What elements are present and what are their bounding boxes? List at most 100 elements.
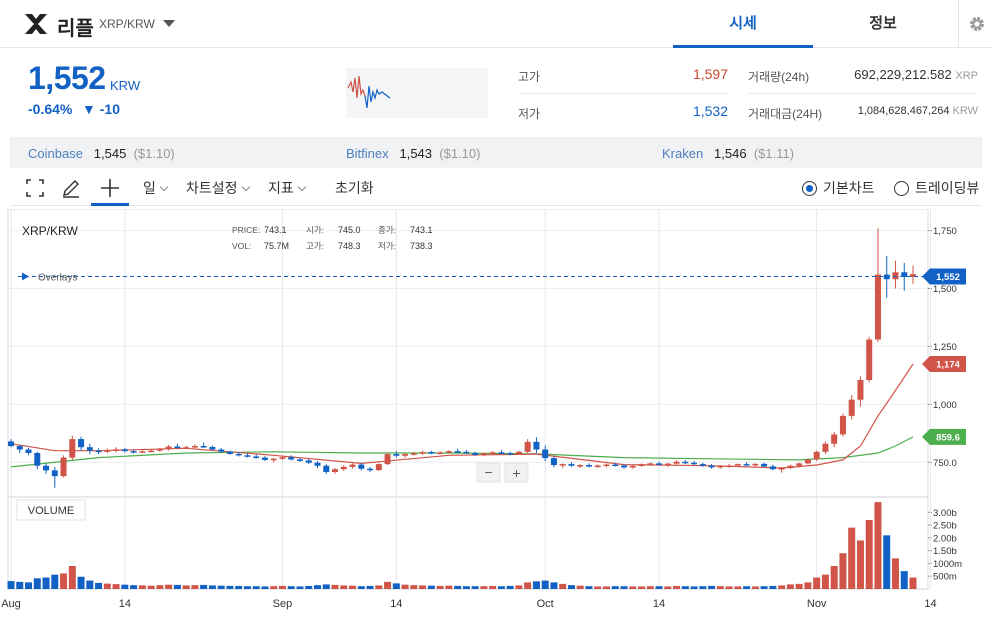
coin-header: 리플 XRP/KRW 시세 정보 (0, 0, 992, 48)
volume-bar (445, 585, 453, 589)
chevron-down-icon[interactable] (163, 20, 175, 27)
candle-body (349, 464, 356, 467)
x-tick-label: 14 (390, 598, 402, 610)
zoom-in-label: + (512, 465, 520, 481)
candle-body (51, 470, 58, 477)
candle-body (183, 447, 190, 449)
trading-view-label[interactable]: 트레이딩뷰 (915, 178, 979, 198)
price-tag-label: 1,174 (936, 360, 960, 371)
volume-bar (821, 574, 829, 589)
volume-bar (611, 586, 619, 589)
candle-body (174, 446, 181, 448)
candle-body (831, 434, 838, 444)
candle-body (156, 448, 163, 451)
candle-body (270, 458, 277, 461)
chart-settings-menu[interactable]: 차트설정 (186, 178, 250, 198)
period-select[interactable]: 일 (143, 178, 169, 198)
candle-body (533, 441, 540, 450)
volume-bar (208, 585, 216, 589)
volume-bar (156, 585, 164, 589)
chevron-down-icon (297, 182, 307, 192)
price-tag-label: 859.6 (936, 432, 960, 443)
candle-body (892, 272, 899, 280)
legend-price-label: PRICE: (232, 225, 260, 235)
candle-body (507, 453, 514, 455)
price-chart[interactable]: 1,750 1,500 1,250 1,000 750.0 3.00b 2.50b2.00b… (0, 209, 992, 622)
volume-bar (883, 535, 891, 589)
basic-chart-radio[interactable] (802, 181, 817, 196)
volume-bar (743, 586, 751, 589)
reset-button[interactable]: 초기화 (335, 178, 374, 198)
crosshair-tool[interactable] (91, 170, 129, 206)
candle-body (839, 415, 846, 435)
candle-body (95, 450, 102, 453)
volume-bar (77, 576, 85, 589)
volume-bar (559, 583, 567, 589)
settings-button[interactable] (958, 0, 992, 48)
volume-bar (489, 585, 497, 589)
candle-body (113, 449, 120, 451)
volume-bar (769, 585, 777, 589)
volume-bar (751, 586, 759, 589)
candle-body (402, 454, 409, 456)
fullscreen-icon[interactable] (25, 178, 45, 198)
legend-vol: 75.7M (264, 241, 289, 251)
candle-body (577, 465, 584, 467)
trading-view-radio[interactable] (894, 181, 909, 196)
divider (748, 93, 978, 94)
candle-body (218, 449, 225, 452)
volume-bar (725, 586, 733, 589)
candle-body (734, 464, 741, 466)
price-tick-label: 1,250 (933, 342, 957, 353)
candle-body (296, 459, 303, 461)
volume-bar (734, 586, 742, 589)
volume-tick-label: 3.00b (933, 508, 957, 519)
low-value: 1,532 (692, 103, 728, 119)
chevron-down-icon (159, 182, 169, 192)
legend-vol-label: VOL: (232, 241, 251, 251)
candle-body (594, 465, 601, 467)
volume-bar (16, 581, 24, 589)
volume-bar (778, 585, 786, 589)
basic-chart-label[interactable]: 기본차트 (823, 178, 875, 198)
trade-value: 1,084,628,467,264 KRW (857, 105, 978, 117)
tab-info[interactable]: 정보 (813, 0, 953, 48)
volume-bar (252, 586, 260, 589)
candle-body (612, 464, 619, 467)
volume-bar (103, 583, 111, 589)
volume-bar (786, 584, 794, 589)
volume-bar (532, 581, 540, 589)
indicators-menu[interactable]: 지표 (268, 178, 307, 198)
candle-body (261, 457, 268, 460)
candle-body (226, 451, 233, 454)
exchange-kraken: Kraken 1,546 ($1.11) (662, 146, 795, 161)
candle-body (629, 465, 636, 468)
volume-bar (497, 586, 505, 589)
volume-bar (349, 585, 357, 589)
tab-quote[interactable]: 시세 (673, 0, 813, 48)
volume-bar (708, 585, 716, 589)
volume-bar (524, 582, 532, 589)
candle-body (498, 452, 505, 454)
candle-body (86, 447, 93, 451)
candle-body (559, 464, 566, 466)
candle-body (463, 451, 470, 454)
volume-bar (594, 586, 602, 589)
candle-body (717, 465, 724, 468)
candle-body (866, 339, 873, 381)
volume-bar (620, 586, 628, 589)
candle-body (16, 446, 23, 450)
candle-body (472, 452, 479, 455)
volume-bar (839, 553, 847, 589)
candle-body (480, 453, 487, 455)
candle-body (699, 464, 706, 466)
candle-body (104, 450, 111, 452)
candle-body (244, 455, 251, 457)
candle-body (191, 446, 198, 448)
pencil-icon[interactable] (61, 178, 81, 198)
volume-bar (760, 586, 768, 589)
candle-body (358, 464, 365, 469)
candle-body (813, 451, 820, 460)
exchange-bar: Coinbase 1,545 ($1.10) Bitfinex 1,543 ($… (10, 137, 982, 168)
volume-bar (200, 584, 208, 589)
